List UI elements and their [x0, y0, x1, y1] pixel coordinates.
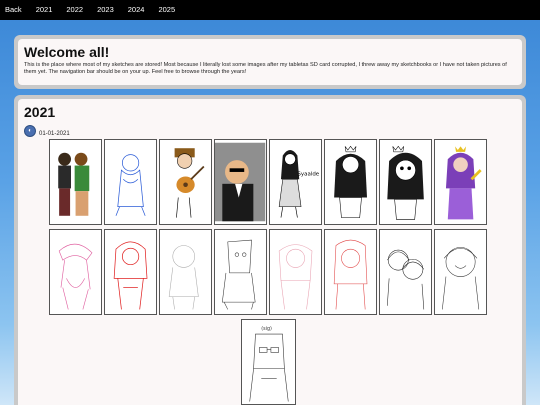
- sketch-thumbnail[interactable]: [49, 139, 102, 225]
- gallery-row: Syaalde: [48, 139, 488, 225]
- year-panel-2021: 2021 ◐ 01-01-2021 Syaalde (sig): [14, 95, 526, 405]
- sketch-thumbnail[interactable]: (sig): [240, 319, 296, 405]
- welcome-title: Welcome all!: [24, 44, 110, 60]
- sketch-thumbnail[interactable]: [434, 229, 487, 315]
- sketch-thumbnail[interactable]: [104, 139, 157, 225]
- nav-2025[interactable]: 2025: [158, 0, 175, 20]
- navigation-bar: Back 2021 2022 2023 2024 2025: [0, 0, 540, 20]
- sketch-thumbnail[interactable]: [104, 229, 157, 315]
- gallery-row: (sig): [48, 319, 488, 405]
- sketch-thumbnail[interactable]: [159, 139, 212, 225]
- nav-2022[interactable]: 2022: [66, 0, 83, 20]
- welcome-panel: Welcome all! This is the place where mos…: [14, 35, 526, 89]
- sketch-thumbnail[interactable]: Syaalde: [269, 139, 322, 225]
- sketch-thumbnail[interactable]: [159, 229, 212, 315]
- svg-text:(sig): (sig): [261, 326, 272, 332]
- gallery-row: [48, 229, 488, 315]
- sketch-thumbnail[interactable]: [214, 139, 267, 225]
- post-header: ◐ 01-01-2021: [24, 124, 516, 137]
- sketch-thumbnail[interactable]: [434, 139, 487, 225]
- sketch-thumbnail[interactable]: [379, 139, 432, 225]
- year-title: 2021: [24, 104, 56, 120]
- svg-text:Syaalde: Syaalde: [298, 172, 320, 178]
- sketch-thumbnail[interactable]: [324, 139, 377, 225]
- nav-2023[interactable]: 2023: [97, 0, 114, 20]
- sketch-gallery: Syaalde (sig): [48, 139, 488, 405]
- avatar: ◐: [24, 124, 36, 137]
- sketch-thumbnail[interactable]: [379, 229, 432, 315]
- sketch-thumbnail[interactable]: [214, 229, 267, 315]
- sketch-thumbnail[interactable]: [324, 229, 377, 315]
- nav-back[interactable]: Back: [5, 0, 22, 20]
- post-date: 01-01-2021: [39, 131, 70, 137]
- nav-2024[interactable]: 2024: [128, 0, 145, 20]
- welcome-text: This is the place where most of my sketc…: [24, 62, 507, 75]
- sketch-thumbnail[interactable]: [49, 229, 102, 315]
- sketch-thumbnail[interactable]: [269, 229, 322, 315]
- nav-2021[interactable]: 2021: [36, 0, 53, 20]
